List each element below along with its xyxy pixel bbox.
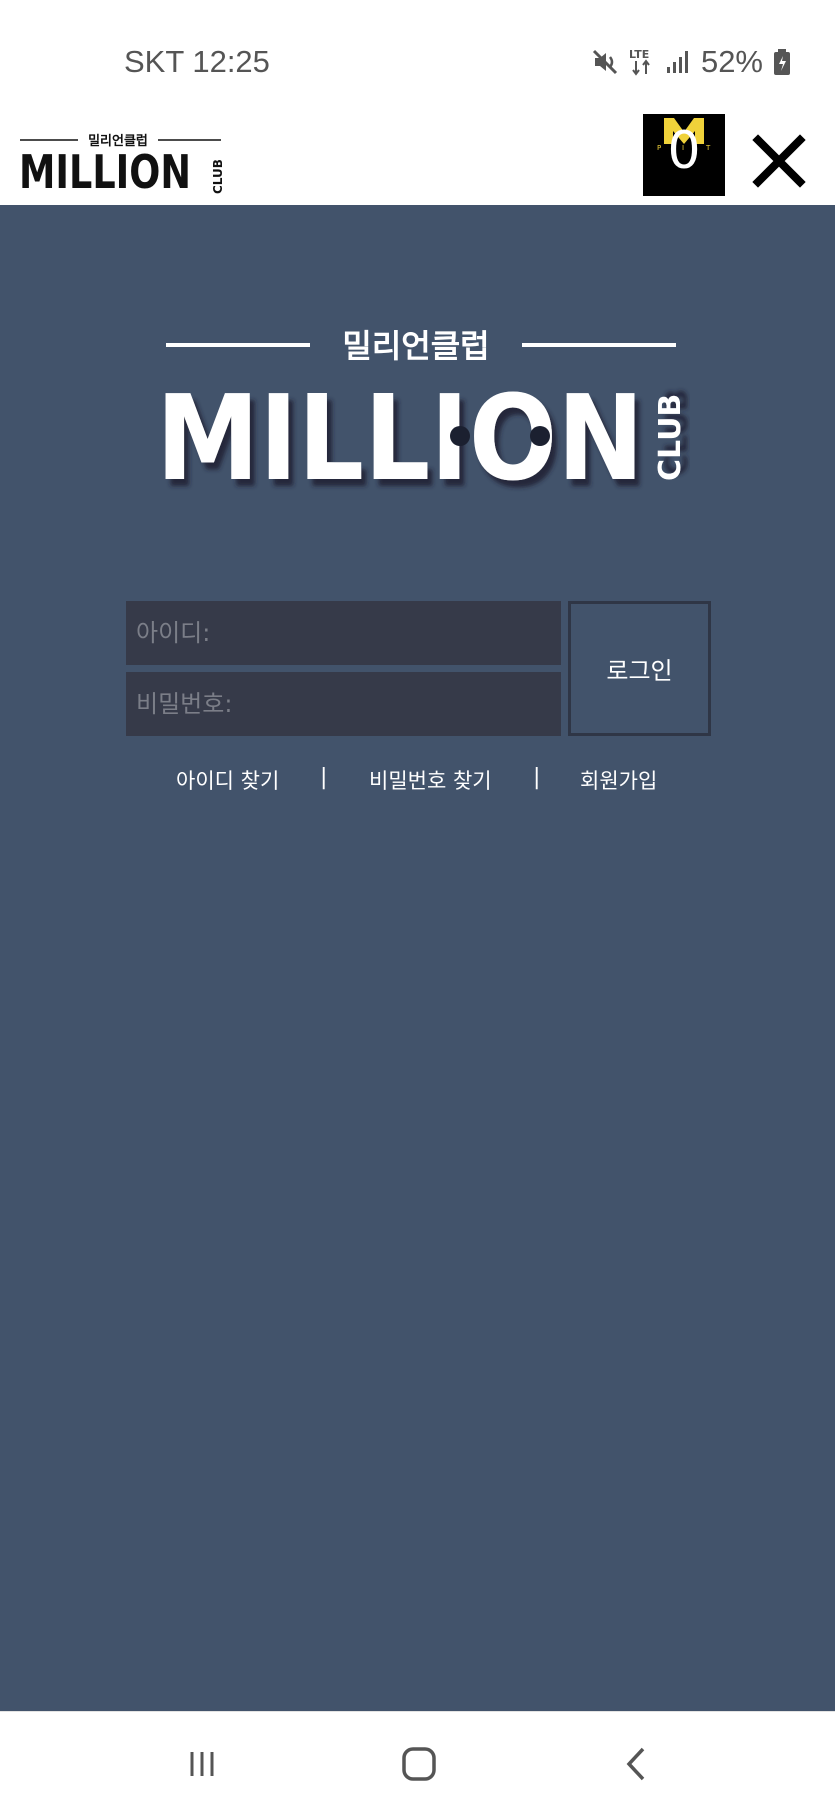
notification-badge[interactable]: P I T 0 bbox=[643, 114, 725, 196]
login-form: 로그인 bbox=[126, 601, 711, 737]
svg-text:P: P bbox=[657, 144, 661, 152]
find-id-link[interactable]: 아이디 찾기 bbox=[176, 765, 279, 795]
status-time: SKT 12:25 bbox=[124, 44, 270, 79]
svg-text:밀리언클럽: 밀리언클럽 bbox=[342, 327, 489, 365]
app-header: 밀리언클럽 MILLION CLUB P I T 0 bbox=[0, 110, 835, 205]
recent-apps-icon[interactable] bbox=[172, 1734, 232, 1794]
badge-count: 0 bbox=[667, 121, 700, 181]
svg-text:MILLION: MILLION bbox=[156, 369, 644, 498]
svg-text:T: T bbox=[705, 144, 711, 152]
status-icons: LTE 52% bbox=[591, 44, 791, 80]
link-separator: | bbox=[320, 765, 328, 790]
account-links: 아이디 찾기 | 비밀번호 찾기 | 회원가입 bbox=[0, 765, 835, 805]
close-icon[interactable] bbox=[748, 130, 810, 192]
home-icon[interactable] bbox=[389, 1734, 449, 1794]
signup-link[interactable]: 회원가입 bbox=[580, 765, 657, 795]
signal-icon bbox=[665, 49, 691, 75]
svg-text:MILLION: MILLION bbox=[19, 145, 191, 194]
link-separator: | bbox=[533, 765, 541, 790]
svg-text:LTE: LTE bbox=[629, 48, 649, 61]
system-nav-bar bbox=[0, 1711, 835, 1809]
battery-percent: 52% bbox=[700, 44, 763, 79]
login-button[interactable]: 로그인 bbox=[568, 601, 711, 736]
svg-text:CLUB: CLUB bbox=[211, 159, 223, 194]
back-icon[interactable] bbox=[607, 1734, 667, 1794]
status-bar: SKT 12:25 LTE 52% bbox=[0, 0, 835, 120]
find-password-link[interactable]: 비밀번호 찾기 bbox=[369, 765, 492, 795]
svg-text:CLUB: CLUB bbox=[653, 394, 688, 481]
header-logo[interactable]: 밀리언클럽 MILLION CLUB bbox=[18, 122, 223, 194]
battery-icon bbox=[773, 48, 791, 76]
lte-icon: LTE bbox=[629, 47, 655, 77]
mute-icon bbox=[591, 48, 619, 76]
id-input[interactable] bbox=[126, 601, 561, 665]
login-page: 밀리언클럽 MILLION CLUB 로그인 아이디 찾기 | 비밀번호 찾기 … bbox=[0, 205, 835, 1711]
main-logo: 밀리언클럽 MILLION CLUB bbox=[156, 327, 688, 498]
password-input[interactable] bbox=[126, 672, 561, 736]
